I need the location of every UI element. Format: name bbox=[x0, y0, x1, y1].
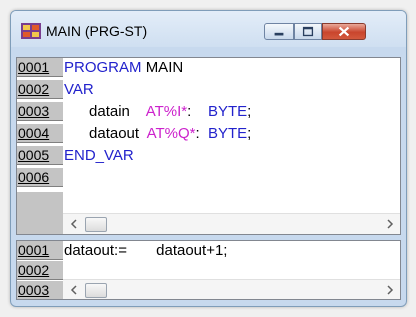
arrow-left-icon[interactable] bbox=[69, 218, 79, 230]
code-text[interactable]: VAR bbox=[64, 80, 94, 100]
body-editor[interactable]: 0001 dataout:= dataout+1; 0002 0003 bbox=[16, 240, 401, 300]
line-number: 0006 bbox=[17, 168, 63, 187]
line-number: 0003 bbox=[17, 102, 63, 121]
scroll-thumb[interactable] bbox=[85, 283, 107, 298]
keyword-token: PROGRAM bbox=[64, 59, 146, 76]
line-number: 0002 bbox=[17, 80, 63, 99]
keyword-token: BYTE bbox=[207, 103, 248, 120]
text-token: ; bbox=[247, 125, 252, 142]
line-number: 0003 bbox=[17, 281, 63, 299]
editor-window: MAIN (PRG-ST) 0001 PROGRAM MAIN 0002 VAR 000… bbox=[10, 10, 407, 307]
declaration-editor[interactable]: 0001 PROGRAM MAIN 0002 VAR 0003 datain AT%I*… bbox=[16, 57, 401, 235]
code-line[interactable]: 0001 PROGRAM MAIN bbox=[17, 58, 400, 78]
title-bar[interactable]: MAIN (PRG-ST) bbox=[11, 11, 406, 47]
keyword-token: END_VAR bbox=[64, 147, 134, 164]
arrow-right-icon[interactable] bbox=[385, 284, 395, 296]
code-line[interactable]: 0002 VAR bbox=[17, 80, 400, 100]
keyword-token: VAR bbox=[64, 81, 94, 98]
declaration-horizontal-scrollbar[interactable] bbox=[63, 213, 400, 234]
minimize-icon bbox=[274, 32, 284, 36]
window-title: MAIN (PRG-ST) bbox=[46, 23, 148, 39]
code-text[interactable]: dataout AT%Q*: BYTE; bbox=[64, 124, 251, 144]
line-number: 0001 bbox=[17, 58, 63, 77]
line-number-gutter bbox=[17, 192, 63, 234]
line-number: 0004 bbox=[17, 124, 63, 143]
program-icon bbox=[21, 23, 41, 39]
code-line[interactable]: 0004 dataout AT%Q*: BYTE; bbox=[17, 124, 400, 144]
address-token: AT%I* bbox=[145, 103, 188, 120]
code-line[interactable]: 0001 dataout:= dataout+1; bbox=[17, 241, 400, 261]
body-horizontal-scrollbar[interactable] bbox=[63, 279, 400, 299]
code-text[interactable]: END_VAR bbox=[64, 146, 134, 166]
minimize-button[interactable] bbox=[264, 23, 294, 40]
text-token: : bbox=[195, 125, 208, 142]
address-token: AT%Q* bbox=[146, 125, 196, 142]
text-token: datain bbox=[64, 103, 146, 120]
keyword-token: BYTE bbox=[207, 125, 248, 142]
code-line[interactable]: 0002 bbox=[17, 261, 400, 281]
maximize-button[interactable] bbox=[294, 23, 322, 40]
arrow-right-icon[interactable] bbox=[385, 218, 395, 230]
code-line[interactable]: 0006 bbox=[17, 168, 400, 188]
code-text[interactable]: datain AT%I*: BYTE; bbox=[64, 102, 251, 122]
code-line[interactable]: 0005 END_VAR bbox=[17, 146, 400, 166]
text-token: ; bbox=[247, 103, 252, 120]
code-line[interactable]: 0003 datain AT%I*: BYTE; bbox=[17, 102, 400, 122]
code-text[interactable]: dataout:= dataout+1; bbox=[64, 241, 227, 261]
close-icon bbox=[338, 26, 350, 37]
scroll-thumb[interactable] bbox=[85, 217, 107, 232]
line-number: 0001 bbox=[17, 241, 63, 260]
line-number: 0005 bbox=[17, 146, 63, 165]
text-token: : bbox=[187, 103, 208, 120]
line-number: 0002 bbox=[17, 261, 63, 280]
code-text[interactable]: PROGRAM MAIN bbox=[64, 58, 183, 78]
close-button[interactable] bbox=[322, 23, 366, 40]
text-token: dataout:= dataout+1; bbox=[64, 242, 228, 259]
text-token: dataout bbox=[64, 125, 147, 142]
arrow-left-icon[interactable] bbox=[69, 284, 79, 296]
text-token: MAIN bbox=[145, 59, 184, 76]
maximize-icon bbox=[302, 26, 314, 37]
